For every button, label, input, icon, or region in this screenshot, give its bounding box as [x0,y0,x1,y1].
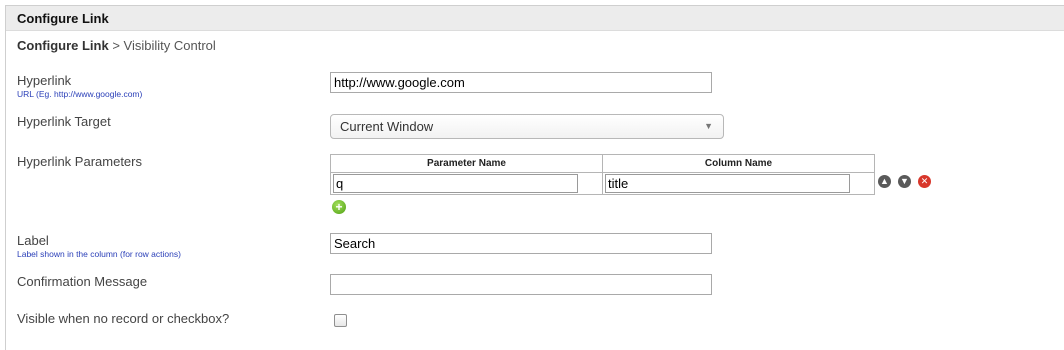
parameter-name-cell [330,172,603,195]
breadcrumb: Configure Link > Visibility Control [17,38,216,53]
breadcrumb-separator: > [108,38,124,53]
label-field-hint: Label shown in the column (for row actio… [17,249,181,259]
visible-no-record-label: Visible when no record or checkbox? [17,311,230,326]
column-name-header: Column Name [602,154,875,173]
confirmation-message-input[interactable] [330,274,712,295]
table-row [330,172,875,195]
hyperlink-input[interactable] [330,72,712,93]
parameters-table: Parameter Name Column Name [330,154,875,195]
hyperlink-hint: URL (Eg. http://www.google.com) [17,89,143,99]
label-field-label: Label [17,233,49,248]
column-name-cell [602,172,875,195]
hyperlink-label: Hyperlink [17,73,72,88]
label-input[interactable] [330,233,712,254]
parameter-name-header: Parameter Name [330,154,603,173]
delete-icon[interactable]: ✕ [918,175,931,188]
arrow-down-icon[interactable]: ▼ [898,175,911,188]
add-icon[interactable]: + [332,200,346,214]
dropdown-caret-icon: ▼ [704,121,713,131]
breadcrumb-visibility-control[interactable]: Visibility Control [124,38,216,53]
parameters-header-row: Parameter Name Column Name [330,154,875,173]
hyperlink-target-value: Current Window [340,119,434,134]
parameter-name-input[interactable] [333,174,578,193]
hyperlink-target-label: Hyperlink Target [17,114,111,129]
configure-link-panel: Configure Link Configure Link > Visibili… [5,5,1064,350]
breadcrumb-current: Configure Link [17,38,109,53]
confirmation-message-label: Confirmation Message [17,274,148,289]
hyperlink-parameters-label: Hyperlink Parameters [17,154,142,169]
column-name-input[interactable] [605,174,850,193]
visible-no-record-checkbox[interactable] [334,314,347,327]
arrow-up-icon[interactable]: ▲ [878,175,891,188]
hyperlink-target-select[interactable]: Current Window ▼ [330,114,724,139]
panel-title: Configure Link [6,6,1064,31]
